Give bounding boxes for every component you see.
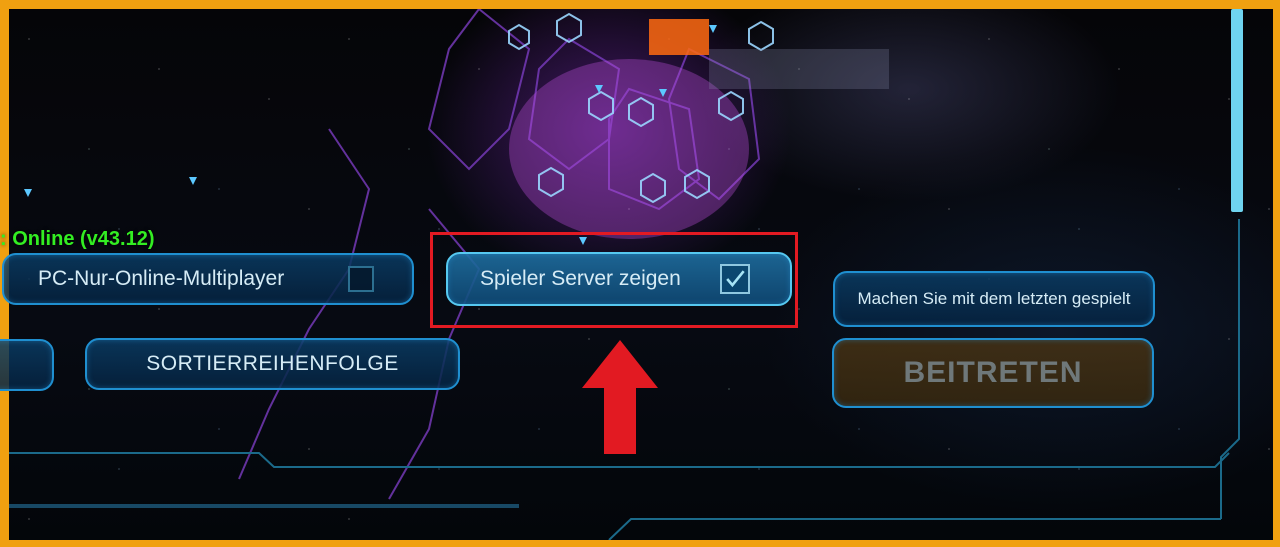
pc-online-multiplayer-checkbox[interactable] bbox=[348, 266, 374, 292]
join-last-played-label: Machen Sie mit dem letzten gespielt bbox=[857, 289, 1131, 308]
up-arrow-icon bbox=[582, 340, 658, 454]
sort-order-button[interactable]: SORTIERREIHENFOLGE bbox=[85, 338, 460, 390]
join-last-played-button[interactable]: Machen Sie mit dem letzten gespielt bbox=[833, 271, 1155, 327]
sort-order-label: SORTIERREIHENFOLGE bbox=[146, 352, 399, 375]
pc-online-multiplayer-label: PC-Nur-Online-Multiplayer bbox=[38, 267, 285, 290]
join-button[interactable]: BEITRETEN bbox=[832, 338, 1154, 408]
join-label: BEITRETEN bbox=[903, 356, 1083, 389]
filter-button-partial[interactable] bbox=[0, 339, 54, 391]
scrollbar[interactable] bbox=[1231, 9, 1243, 212]
annotation-highlight-box bbox=[430, 232, 798, 328]
server-status-text: : Online (v43.12) bbox=[0, 228, 155, 250]
